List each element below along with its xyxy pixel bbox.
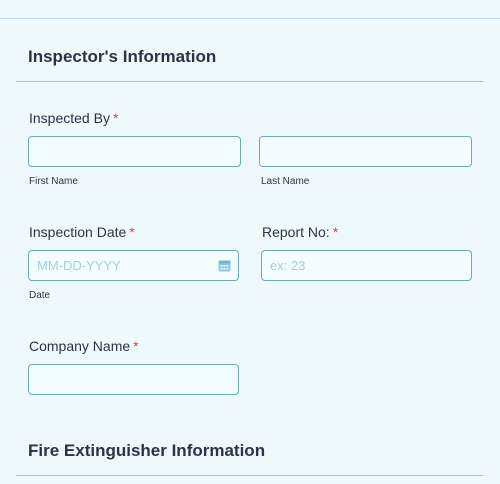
inspection-date-input[interactable] <box>28 250 239 281</box>
first-name-sublabel: First Name <box>29 176 78 187</box>
inspection-date-label: Inspection Date * <box>29 224 135 240</box>
top-divider <box>0 18 500 19</box>
required-asterisk: * <box>332 224 339 240</box>
last-name-input[interactable] <box>259 136 472 167</box>
extinguisher-section-divider <box>16 475 483 476</box>
first-name-input[interactable] <box>28 136 241 167</box>
company-name-label-text: Company Name <box>29 338 131 354</box>
report-no-input[interactable] <box>261 250 472 281</box>
required-asterisk: * <box>129 224 135 240</box>
inspection-date-label-text: Inspection Date <box>29 224 127 240</box>
report-no-label: Report No: * <box>262 224 338 240</box>
date-sublabel: Date <box>29 290 51 301</box>
inspected-by-label: Inspected By * <box>29 110 118 126</box>
inspected-by-label-text: Inspected By <box>29 110 110 126</box>
last-name-sublabel: Last Name <box>261 176 310 187</box>
inspector-section-title: Inspector's Information <box>28 47 217 66</box>
inspector-section-divider <box>16 81 483 82</box>
required-asterisk: * <box>133 338 139 354</box>
required-asterisk: * <box>112 110 119 126</box>
company-name-label: Company Name * <box>29 338 139 354</box>
extinguisher-section-title: Fire Extinguisher Information <box>28 441 266 460</box>
calendar-icon[interactable] <box>218 259 231 272</box>
company-name-input[interactable] <box>28 364 239 395</box>
report-no-label-text: Report No: <box>262 224 330 240</box>
